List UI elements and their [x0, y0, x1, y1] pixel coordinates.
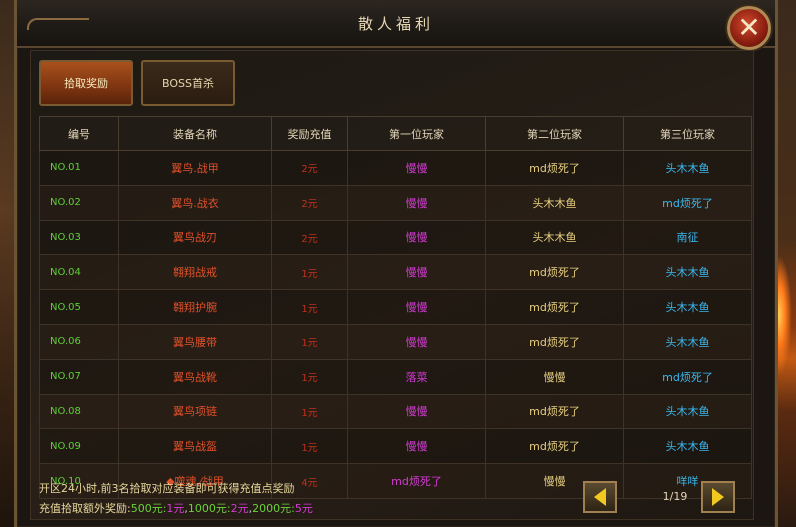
cell-no: NO.02: [39, 184, 119, 221]
welfare-window: 散人福利 ✕ 拾取奖励 BOSS首杀 编号 装备名称 奖励充值 第一位玩家 第二…: [14, 0, 778, 527]
cell-item: 翼鸟战靴: [118, 358, 272, 395]
cell-no: NO.08: [39, 393, 119, 430]
close-icon: ✕: [737, 11, 761, 44]
table-row: NO.02 翼鸟.战衣 2元 慢慢 头木木鱼 md烦死了: [39, 184, 752, 221]
cell-player1: 慢慢: [347, 289, 486, 325]
arrow-left-icon: [594, 488, 606, 506]
table-row: NO.01 翼鸟.战甲 2元 慢慢 md烦死了 头木木鱼: [39, 150, 752, 186]
cell-player2: md烦死了: [485, 254, 624, 291]
cell-item: 翼鸟项链: [118, 393, 272, 430]
window-title: 散人福利: [357, 15, 434, 33]
cell-player1: 慢慢: [347, 254, 486, 291]
arrow-right-icon: [712, 488, 724, 506]
bonus-label: 充值拾取额外奖励:: [39, 502, 131, 515]
cell-player3: 南征: [623, 219, 752, 256]
cell-prize: 1元: [271, 254, 348, 291]
table-row: NO.03 翼鸟战刃 2元 慢慢 头木木鱼 南征: [39, 219, 752, 256]
header-player2: 第二位玩家: [485, 116, 624, 151]
header-prize: 奖励充值: [271, 116, 348, 151]
table-row: NO.06 翼鸟腰带 1元 慢慢 md烦死了 头木木鱼: [39, 323, 752, 360]
table-row: NO.05 翱翔护腕 1元 慢慢 md烦死了 头木木鱼: [39, 289, 752, 325]
header-player1: 第一位玩家: [347, 116, 486, 151]
bonus-value-2000: 5元: [294, 502, 313, 515]
cell-player1: 慢慢: [347, 150, 486, 186]
close-button[interactable]: ✕: [727, 6, 771, 50]
cell-player1: md烦死了: [347, 463, 486, 499]
reward-table: 编号 装备名称 奖励充值 第一位玩家 第二位玩家 第三位玩家 NO.01 翼鸟.…: [39, 116, 752, 499]
tab-pickup-reward[interactable]: 拾取奖励: [39, 60, 133, 106]
table-row: NO.09 翼鸟战盔 1元 慢慢 md烦死了 头木木鱼: [39, 428, 752, 465]
cell-player2: md烦死了: [485, 323, 624, 360]
bonus-tier-2000: 2000元:: [252, 502, 295, 515]
title-bar: 散人福利 ✕: [17, 0, 775, 50]
next-page-button[interactable]: [701, 481, 735, 513]
cell-player1: 慢慢: [347, 219, 486, 256]
cell-no: NO.07: [39, 358, 119, 395]
cell-player2: md烦死了: [485, 150, 624, 186]
cell-player3: 头木木鱼: [623, 323, 752, 360]
cell-no: NO.06: [39, 323, 119, 360]
cell-prize: 2元: [271, 150, 348, 186]
cell-no: NO.04: [39, 254, 119, 291]
cell-item: 翼鸟.战衣: [118, 184, 272, 221]
content-area: 拾取奖励 BOSS首杀 编号 装备名称 奖励充值 第一位玩家 第二位玩家 第三位…: [30, 50, 754, 520]
bonus-value-500: 1元: [166, 502, 185, 515]
cell-no: NO.03: [39, 219, 119, 256]
cell-prize: 2元: [271, 219, 348, 256]
cell-prize: 1元: [271, 393, 348, 430]
header-item: 装备名称: [118, 116, 272, 151]
cell-prize: 1元: [271, 323, 348, 360]
cell-player2: 头木木鱼: [485, 219, 624, 256]
cell-player3: 头木木鱼: [623, 254, 752, 291]
rule-note-line2: 充值拾取额外奖励:500元:1元,1000元:2元,2000元:5元: [39, 502, 313, 515]
header-player3: 第三位玩家: [623, 116, 752, 151]
table-row: NO.07 翼鸟战靴 1元 落菜 慢慢 md烦死了: [39, 358, 752, 395]
bonus-tier-1000: 1000元:: [187, 502, 231, 515]
cell-item: 翼鸟.战甲: [118, 150, 272, 186]
cell-player1: 慢慢: [347, 393, 486, 430]
bonus-value-1000: 2元: [230, 502, 249, 515]
cell-prize: 1元: [271, 428, 348, 465]
table-row: NO.04 翱翔战戒 1元 慢慢 md烦死了 头木木鱼: [39, 254, 752, 291]
header-no: 编号: [39, 116, 119, 151]
cell-player1: 慢慢: [347, 184, 486, 221]
cell-player3: md烦死了: [623, 184, 752, 221]
cell-item: 翼鸟战盔: [118, 428, 272, 465]
cell-player3: 头木木鱼: [623, 428, 752, 465]
cell-player2: 慢慢: [485, 358, 624, 395]
cell-player2: md烦死了: [485, 393, 624, 430]
cell-item: 翱翔护腕: [118, 289, 272, 325]
cell-item: 翱翔战戒: [118, 254, 272, 291]
page-indicator: 1/19: [662, 490, 688, 503]
bonus-tier-500: 500元:: [130, 502, 167, 515]
cell-player1: 慢慢: [347, 323, 486, 360]
tab-boss-first-kill[interactable]: BOSS首杀: [141, 60, 235, 106]
cell-player3: 头木木鱼: [623, 150, 752, 186]
cell-player3: 头木木鱼: [623, 289, 752, 325]
cell-player3: 头木木鱼: [623, 393, 752, 430]
cell-no: NO.05: [39, 289, 119, 325]
cell-player2: 头木木鱼: [485, 184, 624, 221]
cell-no: NO.01: [39, 150, 119, 186]
cell-player2: md烦死了: [485, 428, 624, 465]
cell-item: 翼鸟战刃: [118, 219, 272, 256]
rule-note-line1: 开区24小时,前3名拾取对应装备即可获得充值点奖励: [39, 482, 295, 495]
cell-player3: md烦死了: [623, 358, 752, 395]
cell-player2: md烦死了: [485, 289, 624, 325]
cell-no: NO.09: [39, 428, 119, 465]
cell-player1: 落菜: [347, 358, 486, 395]
cell-player1: 慢慢: [347, 428, 486, 465]
cell-prize: 1元: [271, 289, 348, 325]
cell-prize: 1元: [271, 358, 348, 395]
prev-page-button[interactable]: [583, 481, 617, 513]
cell-item: 翼鸟腰带: [118, 323, 272, 360]
cell-prize: 2元: [271, 184, 348, 221]
table-row: NO.08 翼鸟项链 1元 慢慢 md烦死了 头木木鱼: [39, 393, 752, 430]
table-header-row: 编号 装备名称 奖励充值 第一位玩家 第二位玩家 第三位玩家: [39, 116, 752, 151]
